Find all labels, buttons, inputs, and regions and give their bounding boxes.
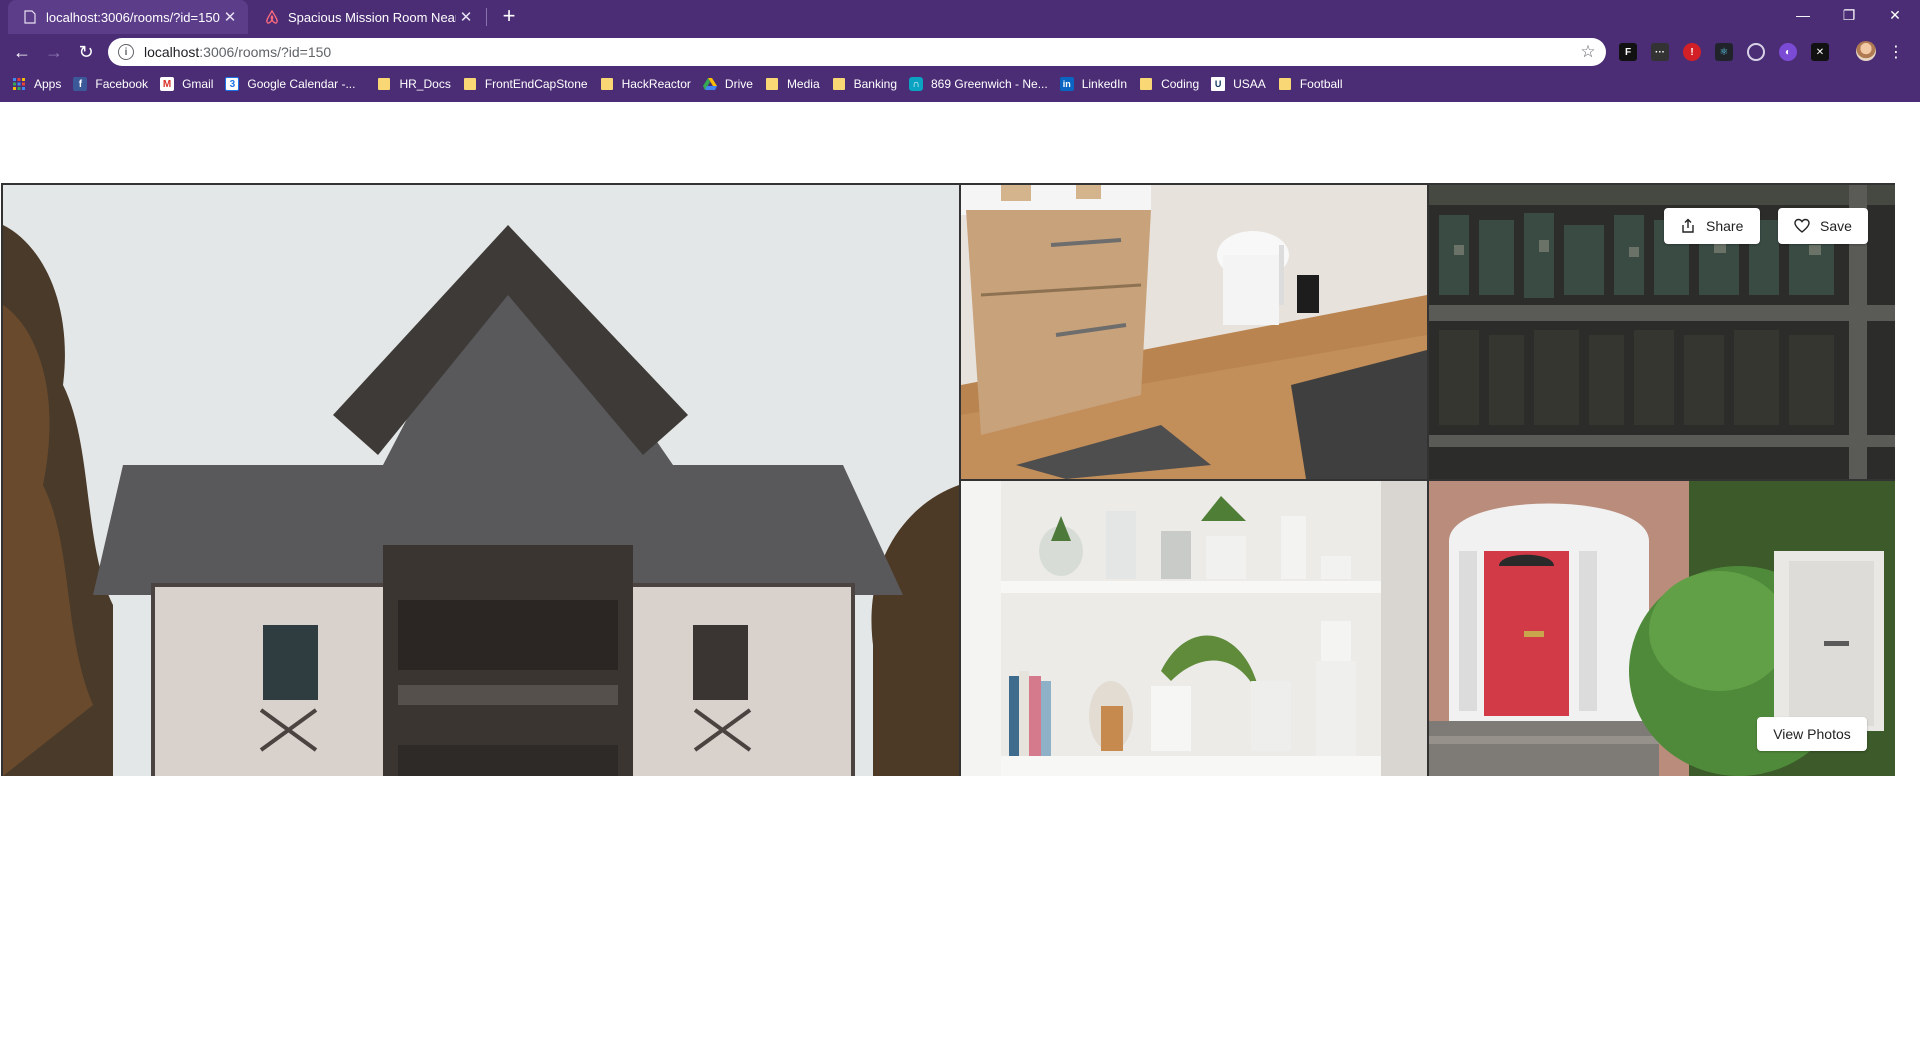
bookmark-gmail[interactable]: M Gmail [160, 72, 213, 96]
page-icon [22, 9, 38, 25]
bookmark-label: HR_Docs [399, 77, 451, 91]
photo-gallery [1, 183, 1895, 776]
reload-icon[interactable]: ↻ [74, 40, 98, 64]
close-tab-icon[interactable]: ✕ [220, 7, 240, 27]
address-bar[interactable]: i localhost:3006/rooms/?id=150 ☆ [108, 38, 1606, 66]
save-button[interactable]: Save [1778, 208, 1868, 244]
folder-icon [463, 77, 477, 91]
tab-divider [486, 8, 487, 26]
share-label: Share [1706, 218, 1744, 234]
bookmark-media[interactable]: Media [765, 72, 820, 96]
folder-icon [1139, 77, 1153, 91]
usaa-icon: U [1211, 77, 1226, 91]
bookmark-usaa[interactable]: U USAA [1211, 72, 1266, 96]
share-icon [1682, 218, 1694, 233]
bookmark-google-calendar[interactable]: 3 Google Calendar -... [225, 72, 355, 96]
house-exterior-photo[interactable] [3, 185, 959, 776]
tab-localhost[interactable]: localhost:3006/rooms/?id=150 ✕ [8, 0, 248, 34]
bookmark-label: LinkedIn [1081, 77, 1128, 91]
folder-icon [832, 77, 846, 91]
shelf-decor-photo[interactable] [961, 481, 1427, 776]
bookmark-frontendcapstone[interactable]: FrontEndCapStone [463, 72, 588, 96]
bookmark-label: Apps [34, 77, 62, 91]
bookmark-label: Gmail [182, 77, 214, 91]
bookmark-label: FrontEndCapStone [484, 77, 588, 91]
bookmark-label: Drive [724, 77, 753, 91]
extension-f-icon[interactable]: F [1619, 43, 1637, 61]
save-label: Save [1820, 218, 1852, 234]
forward-arrow-icon[interactable]: → [42, 40, 66, 64]
url-text[interactable]: localhost:3006/rooms/?id=150 [144, 44, 1576, 60]
bookmark-banking[interactable]: Banking [832, 72, 897, 96]
bathroom-photo[interactable] [961, 185, 1427, 479]
share-button[interactable]: Share [1664, 208, 1760, 244]
back-arrow-icon[interactable]: ← [10, 40, 34, 64]
folder-icon [600, 77, 614, 91]
tab-title: Spacious Mission Room Near BAR [288, 9, 456, 25]
extension-dots-icon[interactable]: ··· [1651, 43, 1669, 61]
apps-grid-icon [12, 77, 26, 91]
bookmark-hr-docs[interactable]: HR_Docs [377, 72, 451, 96]
facebook-icon: f [73, 77, 88, 91]
tab-title: localhost:3006/rooms/?id=150 [46, 9, 220, 25]
view-photos-button[interactable]: View Photos [1757, 717, 1867, 751]
airbnb-logo-icon [264, 9, 280, 25]
bookmark-drive[interactable]: Drive [702, 72, 753, 96]
tab-strip: localhost:3006/rooms/?id=150 ✕ Spacious … [0, 0, 1920, 34]
bookmark-apps[interactable]: Apps [12, 72, 61, 96]
restore-button[interactable]: ❐ [1826, 0, 1872, 30]
browser-toolbar: ← → ↻ i localhost:3006/rooms/?id=150 ☆ F… [0, 36, 1920, 68]
folder-icon [1278, 77, 1292, 91]
folder-icon [765, 77, 779, 91]
linkedin-icon: in [1059, 77, 1074, 91]
extension-red-icon[interactable]: ! [1683, 43, 1701, 61]
minimize-button[interactable]: — [1780, 0, 1826, 30]
new-tab-button[interactable]: + [497, 5, 521, 29]
info-icon[interactable]: i [118, 44, 134, 60]
bookmark-football[interactable]: Football [1278, 72, 1343, 96]
calendar-icon: 3 [225, 77, 240, 91]
drive-icon [702, 77, 717, 91]
close-window-button[interactable]: ✕ [1872, 0, 1918, 30]
folder-icon [377, 77, 391, 91]
bookmark-label: USAA [1233, 77, 1266, 91]
profile-avatar[interactable] [1856, 41, 1876, 61]
bookmark-star-icon[interactable]: ☆ [1576, 42, 1600, 62]
gmail-icon: M [160, 77, 175, 91]
react-devtools-icon[interactable]: ⚛ [1715, 43, 1733, 61]
bookmark-coding[interactable]: Coding [1139, 72, 1199, 96]
extension-purple-icon[interactable]: ◐ [1779, 43, 1797, 61]
bookmark-label: Media [786, 77, 820, 91]
close-tab-icon[interactable]: ✕ [456, 7, 476, 27]
bookmark-site-icon: ∩ [909, 77, 923, 91]
bookmark-label: Google Calendar -... [247, 77, 356, 91]
bookmark-label: Football [1299, 77, 1343, 91]
bookmark-linkedin[interactable]: in LinkedIn [1059, 72, 1128, 96]
extension-x-icon[interactable]: ✕ [1811, 43, 1829, 61]
bookmark-869-greenwich[interactable]: ∩ 869 Greenwich - Ne... [909, 72, 1048, 96]
menu-dots-icon[interactable]: ⋮ [1888, 40, 1904, 64]
bookmark-label: 869 Greenwich - Ne... [931, 77, 1048, 91]
bookmark-label: HackReactor [621, 77, 691, 91]
bookmark-hackreactor[interactable]: HackReactor [600, 72, 691, 96]
extension-circle-icon[interactable] [1747, 43, 1765, 61]
tab-airbnb[interactable]: Spacious Mission Room Near BAR ✕ [250, 0, 484, 34]
heart-icon [1794, 218, 1810, 233]
bookmark-label: Banking [853, 77, 897, 91]
bookmarks-bar: Apps f Facebook M Gmail 3 Google Calenda… [0, 72, 1920, 96]
bookmark-label: Facebook [95, 77, 149, 91]
bookmark-facebook[interactable]: f Facebook [73, 72, 148, 96]
browser-chrome: localhost:3006/rooms/?id=150 ✕ Spacious … [0, 0, 1920, 102]
bookmark-label: Coding [1161, 77, 1200, 91]
